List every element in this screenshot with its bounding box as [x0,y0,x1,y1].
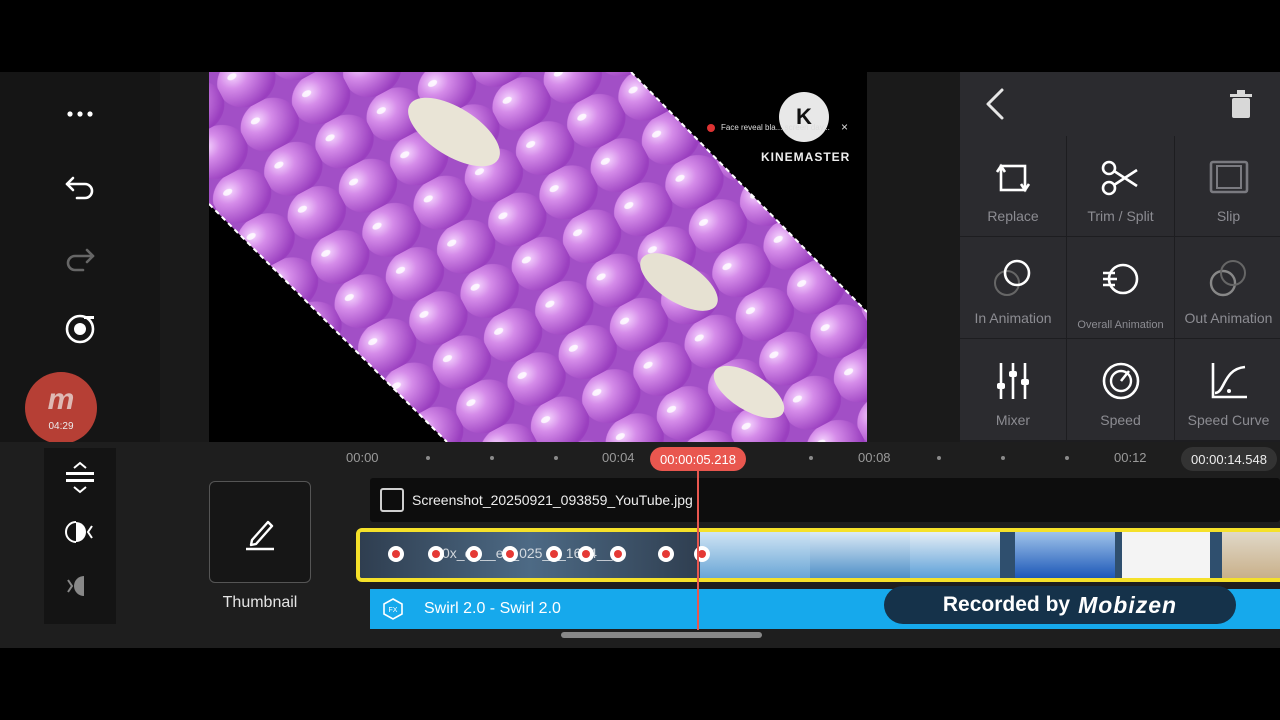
kinemaster-logo: K [779,92,829,142]
timeline-tools [44,448,116,624]
slip-icon [1209,160,1248,194]
more-horizontal-icon [67,111,93,117]
replace-label: Replace [987,208,1039,224]
out-animation-icon [1209,260,1246,297]
recorder-logo: m [47,382,75,416]
chevron-left-icon[interactable] [980,86,1012,122]
keyframe-marker[interactable] [546,546,562,562]
undo-button[interactable] [56,162,104,210]
fx-icon: FX [383,598,403,620]
mixer-button[interactable]: Mixer [960,339,1066,440]
ruler-dot [490,456,494,460]
recorder-banner-prefix: Recorded by [942,593,1071,616]
keyframe-marker[interactable] [610,546,626,562]
in-animation-label: In Animation [974,310,1052,326]
playhead-time[interactable]: 00:00:05.218 [650,447,746,471]
redo-icon [66,248,95,272]
keyframe-marker[interactable] [578,546,594,562]
keyframe-marker[interactable] [388,546,404,562]
trim-split-button[interactable]: Trim / Split [1067,136,1174,236]
image-clip-name: Screenshot_20250921_093859_YouTube.jpg [412,492,693,508]
ruler-dot [554,456,558,460]
keyframe-marker[interactable] [466,546,482,562]
notification-close-icon[interactable]: × [841,120,848,134]
clip-frame [1015,532,1115,578]
overall-animation-label: Overall Animation [1077,319,1164,331]
overall-animation-button[interactable]: Overall Animation [1067,237,1174,338]
recorder-banner: Recorded by Mobizen [884,586,1236,624]
expand-tracks-icon[interactable] [62,460,98,496]
ruler-tick: 00:00 [346,450,379,465]
keyframe-marker[interactable] [502,546,518,562]
scissors-icon [1101,160,1138,196]
trim-split-label: Trim / Split [1087,208,1154,224]
image-layer-clip[interactable]: Screenshot_20250921_093859_YouTube.jpg [370,478,1280,522]
mixer-label: Mixer [995,412,1031,428]
speed-label: Speed [1100,412,1141,428]
edit-panel: Replace Trim / Split Slip In Animation O… [960,72,1280,442]
notification-popup[interactable]: Face reveal bla... screen day... [707,123,830,132]
ruler-tick: 00:04 [602,450,635,465]
playhead-line[interactable] [697,470,699,630]
more-button[interactable] [56,90,104,138]
panel-header [960,72,1280,136]
keyframe-marker[interactable] [428,546,444,562]
svg-text:FX: FX [389,607,398,614]
video-clip[interactable]: 0x_ob__en_025_9_16_4__4 [356,528,1280,582]
jump-end-icon[interactable] [62,568,98,604]
speed-button[interactable]: Speed [1067,339,1174,440]
recorder-banner-brand: Mobizen [1078,591,1178,618]
ruler-dot [426,456,430,460]
speed-curve-icon [1211,363,1247,399]
speed-curve-label: Speed Curve [1187,412,1270,428]
clip-frame [700,532,810,578]
notification-dot-icon [707,123,715,132]
edit-options-grid: Replace Trim / Split Slip In Animation O… [960,136,1280,442]
in-animation-button[interactable]: In Animation [960,237,1066,338]
out-animation-label: Out Animation [1184,310,1273,326]
record-button[interactable] [56,305,104,353]
undo-icon [65,176,94,200]
mixer-icon [997,363,1029,399]
trash-icon[interactable] [1226,88,1256,120]
notification-text: Face reveal bla... screen day... [721,123,830,132]
total-duration: 00:00:14.548 [1181,447,1277,471]
kinemaster-watermark: KINEMASTER [761,150,851,164]
redo-button[interactable] [56,234,104,282]
home-indicator[interactable] [561,632,762,638]
speed-icon [1102,362,1139,400]
replace-button[interactable]: Replace [960,136,1066,236]
jump-start-icon[interactable] [62,514,98,550]
clip-frame [910,532,1000,578]
clip-frame [1122,532,1210,578]
ruler-tick: 00:12 [1114,450,1147,465]
video-preview[interactable]: K KINEMASTER Face reveal bla... screen d… [209,72,867,442]
slip-button[interactable]: Slip [1175,136,1280,236]
clip-frame [810,532,910,578]
fx-clip-name: Swirl 2.0 - Swirl 2.0 [424,600,561,617]
clip-frame [1222,532,1280,578]
recorder-bubble[interactable]: m 04:29 [25,372,97,444]
video-editor: K KINEMASTER Face reveal bla... screen d… [0,72,1280,648]
out-animation-button[interactable]: Out Animation [1175,237,1280,338]
in-animation-icon [994,259,1031,296]
image-icon [380,488,404,512]
ruler-tick: 00:08 [858,450,891,465]
slip-label: Slip [1216,208,1241,224]
keyframe-marker[interactable] [658,546,674,562]
ruler-dot [1001,456,1005,460]
overall-animation-icon [1102,263,1138,295]
pencil-icon [246,520,274,551]
ruler-dot [1065,456,1069,460]
replace-icon [995,163,1031,193]
ruler-dot [809,456,813,460]
speed-curve-button[interactable]: Speed Curve [1175,339,1280,440]
record-icon [65,314,95,344]
thumbnail-label: Thumbnail [222,594,298,611]
recorder-time: 04:29 [48,420,74,432]
thumbnail-button[interactable] [209,481,311,583]
time-ruler[interactable]: 00:00 00:04 00:08 00:12 [336,442,1280,472]
ruler-dot [937,456,941,460]
